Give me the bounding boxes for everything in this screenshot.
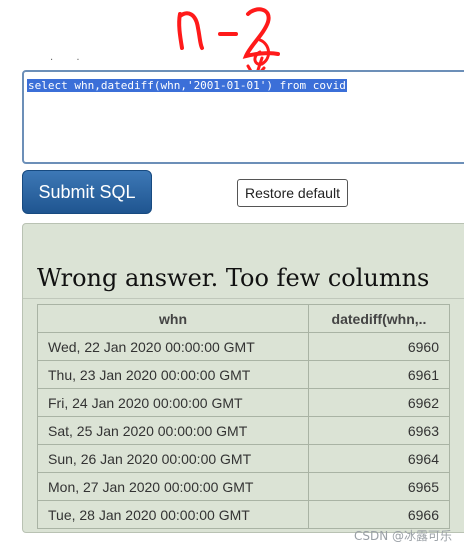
watermark: CSDN @冰露可乐 (353, 529, 452, 543)
results-table: whn datediff(whn,.. Wed, 22 Jan 2020 00:… (37, 304, 450, 529)
cell-date: Fri, 24 Jan 2020 00:00:00 GMT (37, 388, 309, 417)
table-row: Tue, 28 Jan 2020 00:00:00 GMT 6966 (37, 500, 450, 529)
table-row: Wed, 22 Jan 2020 00:00:00 GMT 6960 (37, 332, 450, 361)
sql-query-editor[interactable]: select whn,datediff(whn,'2001-01-01') fr… (22, 70, 464, 164)
cell-datediff: 6962 (308, 388, 450, 417)
result-message: Wrong answer. Too few columns (37, 264, 430, 292)
table-row: Sun, 26 Jan 2020 00:00:00 GMT 6964 (37, 444, 450, 473)
divider (23, 298, 464, 299)
column-header-datediff: datediff(whn,.. (308, 304, 450, 333)
cell-datediff: 6966 (308, 500, 450, 529)
restore-default-button[interactable]: Restore default (237, 179, 348, 207)
cell-datediff: 6964 (308, 444, 450, 473)
cell-date: Tue, 28 Jan 2020 00:00:00 GMT (37, 500, 309, 529)
submit-sql-button[interactable]: Submit SQL (22, 170, 152, 214)
cell-date: Wed, 22 Jan 2020 00:00:00 GMT (37, 332, 309, 361)
table-row: Fri, 24 Jan 2020 00:00:00 GMT 6962 (37, 388, 450, 417)
cell-datediff: 6961 (308, 360, 450, 389)
cell-datediff: 6963 (308, 416, 450, 445)
table-header-row: whn datediff(whn,.. (37, 304, 450, 333)
table-row: Mon, 27 Jan 2020 00:00:00 GMT 6965 (37, 472, 450, 501)
cell-datediff: 6960 (308, 332, 450, 361)
cell-date: Sun, 26 Jan 2020 00:00:00 GMT (37, 444, 309, 473)
sql-query-text[interactable]: select whn,datediff(whn,'2001-01-01') fr… (27, 79, 347, 92)
cell-date: Sat, 25 Jan 2020 00:00:00 GMT (37, 416, 309, 445)
result-panel: Wrong answer. Too few columns whn datedi… (22, 223, 464, 533)
page-dots: . . (50, 52, 90, 63)
cell-date: Thu, 23 Jan 2020 00:00:00 GMT (37, 360, 309, 389)
cell-date: Mon, 27 Jan 2020 00:00:00 GMT (37, 472, 309, 501)
cell-datediff: 6965 (308, 472, 450, 501)
table-row: Thu, 23 Jan 2020 00:00:00 GMT 6961 (37, 360, 450, 389)
table-row: Sat, 25 Jan 2020 00:00:00 GMT 6963 (37, 416, 450, 445)
column-header-whn: whn (37, 304, 309, 333)
